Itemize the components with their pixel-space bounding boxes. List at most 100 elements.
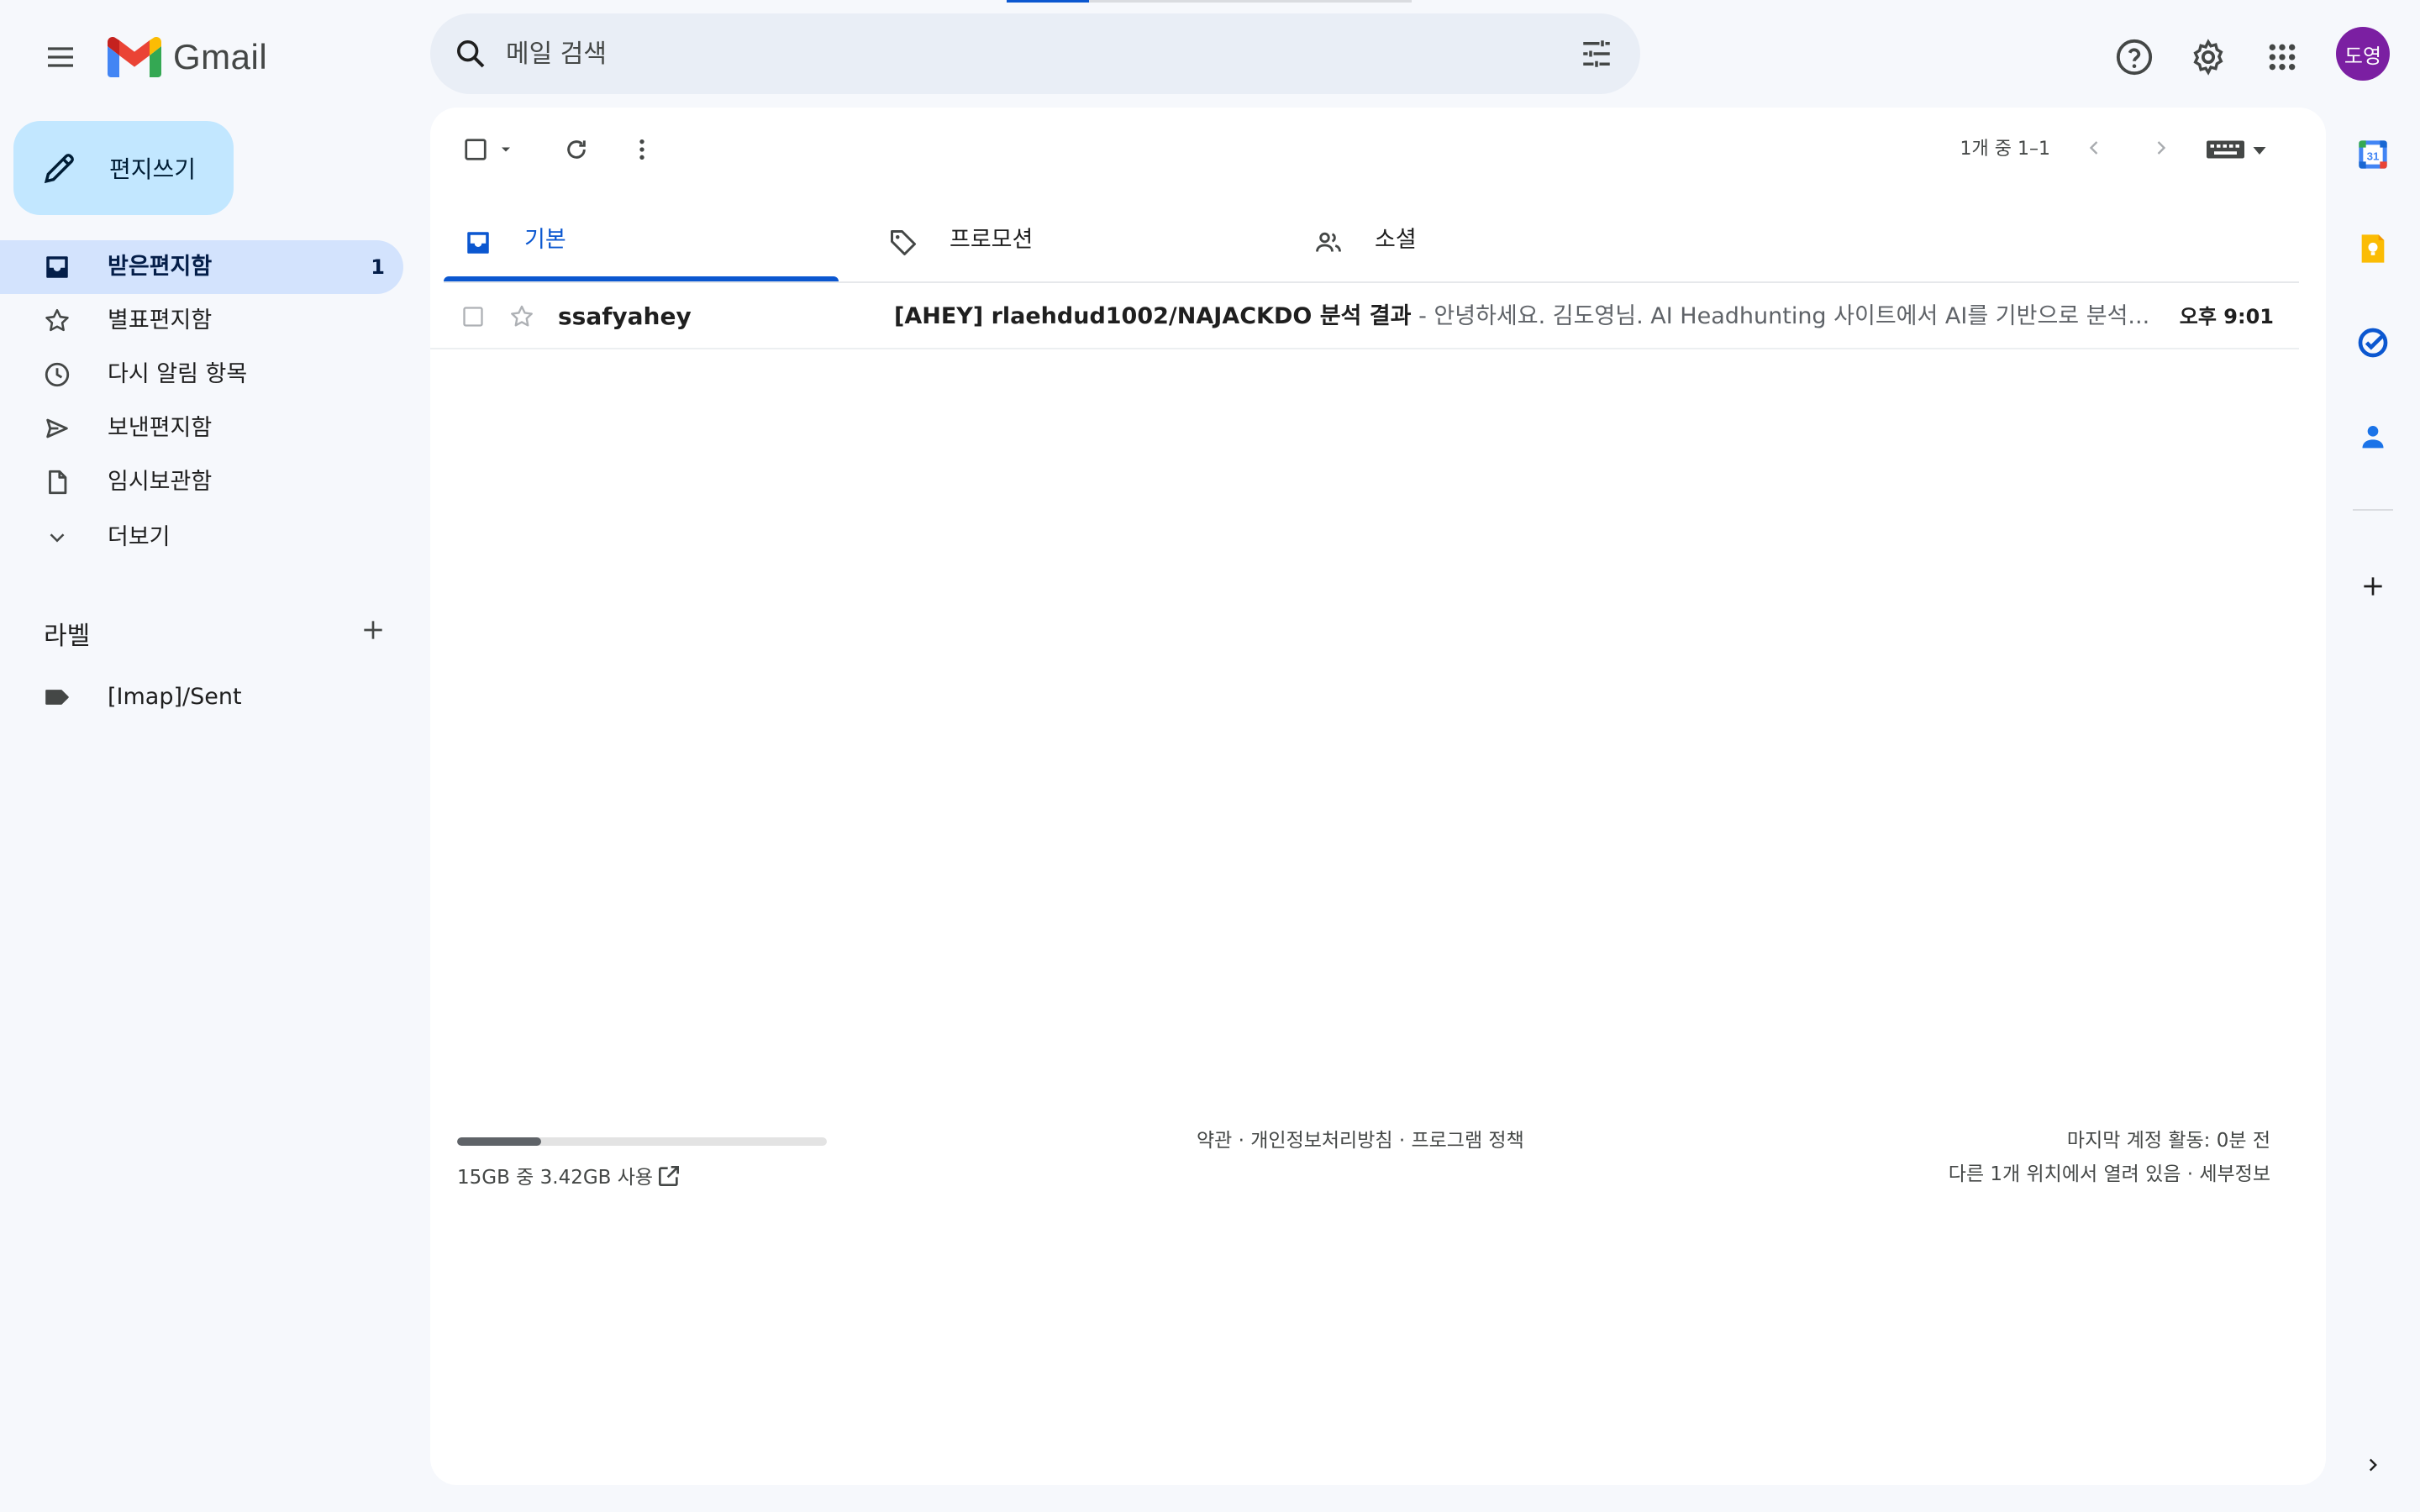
- gear-icon: [2193, 39, 2223, 76]
- apps-grid-icon: [2269, 44, 2296, 71]
- tab-social[interactable]: 소셜: [1294, 202, 1689, 282]
- search-icon: [457, 40, 485, 68]
- email-time: 오후 9:01: [2179, 305, 2274, 328]
- open-locations-details[interactable]: 다른 1개 위치에서 열려 있음 · 세부정보: [1949, 1161, 2270, 1188]
- nav-item-more[interactable]: 더보기: [0, 511, 403, 564]
- nav-label: 별표편지함: [108, 307, 213, 333]
- nav-label: 보낸편지함: [108, 415, 213, 441]
- nav-item-sent[interactable]: 보낸편지함: [0, 402, 403, 455]
- email-sender: ssafyahey: [558, 302, 692, 330]
- chevron-right-icon: [2369, 1458, 2377, 1472]
- nav-label: 받은편지함: [108, 254, 213, 280]
- tab-promotions[interactable]: 프로모션: [869, 202, 1264, 282]
- nav-label: [Imap]/Sent: [108, 684, 242, 710]
- row-checkbox[interactable]: [460, 304, 486, 329]
- select-all-checkbox[interactable]: [460, 134, 491, 165]
- support-button[interactable]: [2107, 30, 2161, 84]
- row-star-toggle[interactable]: [506, 301, 538, 333]
- plus-icon: [364, 621, 382, 639]
- pagination-range: 1개 중 1–1: [1960, 139, 2050, 160]
- storage-usage-text: 15GB 중 3.42GB 사용: [457, 1167, 654, 1189]
- label-icon: [42, 682, 72, 712]
- nav-label: 더보기: [108, 524, 171, 550]
- clock-icon: [42, 360, 72, 390]
- gmail-m-icon: [108, 37, 161, 77]
- search-button[interactable]: [450, 34, 491, 74]
- chevron-right-icon: [2157, 141, 2166, 155]
- top-progress-track: [1089, 0, 1412, 3]
- email-row[interactable]: ssafyahey [AHEY] rlaehdud1002/NAJACKDO 분…: [430, 284, 2299, 349]
- open-in-new-icon: [659, 1166, 679, 1186]
- top-progress-indicator: [1007, 0, 1089, 3]
- main-menu-button[interactable]: [34, 30, 87, 84]
- search-input[interactable]: [506, 30, 1472, 77]
- contacts-app-button[interactable]: [2353, 417, 2393, 457]
- tabs-divider: [444, 281, 2299, 283]
- send-icon: [42, 413, 72, 444]
- checkbox-icon: [463, 307, 483, 327]
- manage-storage-link[interactable]: [654, 1161, 684, 1191]
- checkbox-icon: [465, 139, 487, 160]
- google-apps-button[interactable]: [2255, 30, 2309, 84]
- inbox-icon: [462, 227, 494, 259]
- gmail-logo[interactable]: Gmail: [108, 32, 267, 82]
- nav-label: 다시 알림 항목: [108, 361, 248, 387]
- nav-item-snoozed[interactable]: 다시 알림 항목: [0, 348, 403, 402]
- star-icon: [42, 306, 72, 336]
- nav-item-inbox[interactable]: 받은편지함 1: [0, 240, 403, 294]
- select-options-dropdown[interactable]: [496, 139, 516, 160]
- search-bar[interactable]: [430, 13, 1640, 94]
- tab-primary[interactable]: 기본: [444, 202, 839, 282]
- more-actions-button[interactable]: [623, 131, 660, 168]
- account-avatar[interactable]: 도영: [2336, 27, 2390, 81]
- settings-button[interactable]: [2181, 30, 2235, 84]
- search-options-button[interactable]: [1576, 34, 1617, 74]
- svg-text:31: 31: [2367, 150, 2380, 162]
- more-vert-icon: [639, 139, 644, 160]
- newer-button[interactable]: [2075, 129, 2112, 166]
- compose-label: 편지쓰기: [109, 155, 197, 183]
- star-icon: [511, 305, 533, 327]
- side-panel-divider: [2353, 509, 2393, 511]
- keyboard-icon: [2207, 140, 2266, 159]
- pencil-icon: [44, 154, 74, 184]
- older-button[interactable]: [2143, 129, 2180, 166]
- chevron-left-icon: [2089, 141, 2098, 155]
- hamburger-menu-icon: [48, 47, 73, 67]
- nav-item-label-imap-sent[interactable]: [Imap]/Sent: [0, 670, 403, 724]
- draft-icon: [42, 467, 72, 497]
- refresh-icon: [567, 140, 586, 159]
- caret-down-icon: [502, 147, 510, 152]
- inbox-icon: [42, 252, 72, 282]
- labels-heading: 라벨: [44, 622, 91, 651]
- email-snippet: - 안녕하세요. 김도영님. AI Headhunting 사이트에서 AI를 …: [1411, 303, 2150, 329]
- keep-icon: [2361, 234, 2385, 263]
- compose-button[interactable]: 편지쓰기: [13, 121, 234, 215]
- storage-usage-fill: [457, 1137, 542, 1146]
- calendar-icon: 31: [2359, 140, 2387, 169]
- nav-label: 임시보관함: [108, 469, 213, 495]
- tasks-icon: [2358, 328, 2388, 358]
- storage-usage-bar: [457, 1137, 827, 1146]
- nav-item-drafts[interactable]: 임시보관함: [0, 455, 403, 509]
- keep-app-button[interactable]: [2353, 228, 2393, 269]
- help-icon: [2116, 39, 2153, 76]
- unread-count: 1: [371, 255, 385, 279]
- plus-icon: [2364, 577, 2382, 596]
- show-side-panel-button[interactable]: [2353, 1445, 2393, 1485]
- input-tools-button[interactable]: [2203, 133, 2270, 166]
- tab-label: 프로모션: [950, 227, 1034, 253]
- tab-label: 기본: [524, 227, 566, 253]
- refresh-button[interactable]: [558, 131, 595, 168]
- nav-item-starred[interactable]: 별표편지함: [0, 294, 403, 348]
- people-icon: [1313, 227, 1344, 259]
- footer-policy-links[interactable]: 약관 · 개인정보처리방침 · 프로그램 정책: [1197, 1127, 1524, 1154]
- tag-icon: [887, 227, 919, 259]
- contacts-icon: [2362, 426, 2384, 449]
- create-label-button[interactable]: [353, 610, 393, 650]
- calendar-app-button[interactable]: 31: [2353, 134, 2393, 175]
- email-subject: [AHEY] rlaehdud1002/NAJACKDO 분석 결과: [894, 303, 1412, 329]
- get-addons-button[interactable]: [2353, 566, 2393, 606]
- chevron-down-icon: [42, 522, 72, 553]
- tasks-app-button[interactable]: [2353, 323, 2393, 363]
